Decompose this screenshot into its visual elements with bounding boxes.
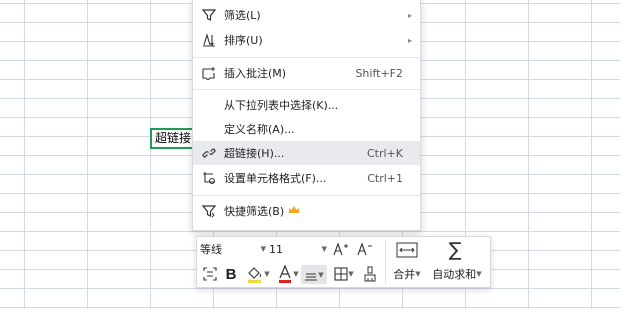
quick-filter-icon [201, 203, 217, 219]
menu-item-quick-filter[interactable]: 快捷筛选(B) [193, 199, 420, 223]
chevron-down-icon: ▼ [415, 270, 421, 278]
menu-item-format-cells[interactable]: 设置单元格格式(F)... Ctrl+1 [193, 166, 420, 190]
menu-item-label: 排序(U) [224, 34, 263, 47]
fill-bucket-icon [248, 267, 262, 283]
menu-item-label: 定义名称(A)... [224, 123, 295, 136]
menu-item-label: 设置单元格格式(F)... [224, 172, 327, 185]
format-settings-icon [203, 267, 217, 281]
menu-separator [193, 195, 420, 196]
submenu-arrow-icon: ▸ [407, 35, 412, 45]
increase-font-size-button[interactable] [331, 239, 351, 259]
merge-cells-icon [396, 242, 418, 258]
menu-item-filter[interactable]: 筛选(L) ▸ [193, 3, 420, 27]
chevron-down-icon: ▼ [293, 270, 299, 278]
chevron-down-icon: ▼ [260, 245, 266, 253]
font-name-value: 等线 [200, 243, 222, 256]
toolbar-separator [385, 240, 386, 284]
filter-icon [201, 7, 217, 23]
increase-font-icon [333, 242, 348, 256]
format-painter-button[interactable] [201, 264, 219, 284]
menu-item-label: 超链接(H)... [224, 147, 285, 160]
sigma-icon: ∑ [448, 239, 462, 261]
merge-label: 合并 [393, 268, 416, 281]
menu-item-select-from-dropdown[interactable]: 从下拉列表中选择(K)... [193, 93, 420, 117]
menu-separator [193, 89, 420, 90]
font-color-icon [279, 265, 292, 283]
chevron-down-icon: ▼ [264, 270, 270, 278]
brush-icon [364, 266, 376, 282]
bold-button[interactable]: B [223, 264, 239, 284]
context-menu: 筛选(L) ▸ 排序(U) ▸ 插入批注(M) Shift+F2 从下拉列表中选… [192, 0, 421, 231]
autosum-icon-button[interactable]: ∑ [445, 239, 465, 261]
sort-icon [201, 32, 217, 48]
chevron-down-icon: ▼ [321, 245, 327, 253]
font-color-button[interactable]: ▼ [275, 264, 301, 284]
crown-icon [288, 205, 300, 218]
merge-button[interactable]: 合并 ▼ [387, 264, 427, 284]
chevron-down-icon: ▼ [318, 270, 324, 279]
borders-button[interactable]: ▼ [331, 264, 357, 284]
menu-item-label: 插入批注(M) [224, 67, 287, 80]
menu-item-label: 从下拉列表中选择(K)... [224, 99, 339, 112]
active-cell-text: 超链接 [155, 131, 192, 145]
borders-icon [334, 267, 348, 281]
font-name-select[interactable]: 等线 ▼ [200, 240, 266, 258]
align-icon [305, 272, 318, 281]
font-size-value: 11 [269, 242, 283, 256]
align-button[interactable]: ▼ [301, 265, 327, 284]
menu-shortcut: Shift+F2 [355, 66, 403, 80]
menu-shortcut: Ctrl+1 [367, 171, 403, 185]
mini-toolbar: 等线 ▼ 11 ▼ ∑ B ▼ ▼ ▼ ▼ 合并 ▼ 自动求和 ▼ [196, 236, 491, 288]
chevron-down-icon: ▼ [348, 270, 354, 278]
menu-separator [193, 57, 420, 58]
autosum-label: 自动求和 [432, 268, 477, 281]
autosum-button[interactable]: 自动求和 ▼ [429, 264, 485, 284]
format-cells-icon [201, 170, 217, 186]
decrease-font-icon [357, 242, 372, 256]
clear-format-button[interactable] [361, 264, 379, 284]
bold-icon: B [225, 265, 237, 283]
menu-item-define-name[interactable]: 定义名称(A)... [193, 117, 420, 141]
font-size-select[interactable]: 11 ▼ [269, 240, 327, 258]
hyperlink-icon [201, 145, 217, 161]
menu-item-hyperlink[interactable]: 超链接(H)... Ctrl+K [193, 141, 420, 165]
menu-item-label: 快捷筛选(B) [224, 205, 285, 218]
menu-item-label: 筛选(L) [224, 9, 261, 22]
menu-shortcut: Ctrl+K [366, 146, 403, 160]
menu-item-insert-comment[interactable]: 插入批注(M) Shift+F2 [193, 61, 420, 85]
submenu-arrow-icon: ▸ [407, 10, 412, 20]
fill-color-button[interactable]: ▼ [243, 264, 273, 284]
insert-comment-icon [201, 65, 217, 81]
decrease-font-size-button[interactable] [355, 239, 375, 259]
merge-cells-icon-button[interactable] [393, 240, 421, 260]
menu-item-sort[interactable]: 排序(U) ▸ [193, 28, 420, 52]
chevron-down-icon: ▼ [476, 270, 482, 278]
